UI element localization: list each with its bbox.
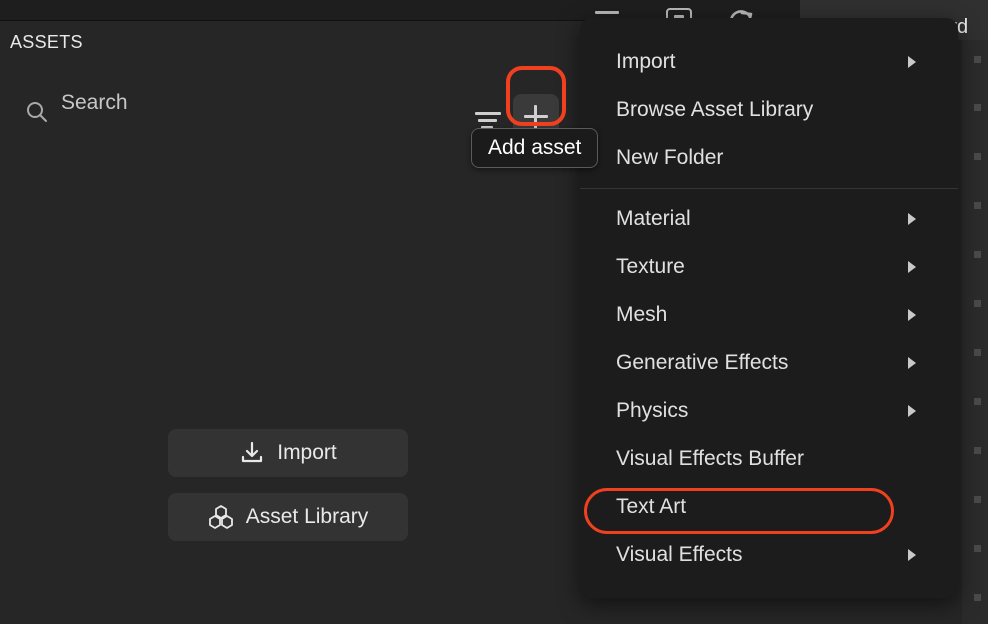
- menu-item-label: Text Art: [616, 495, 687, 518]
- menu-item-mesh[interactable]: Mesh: [580, 291, 958, 339]
- import-button[interactable]: Import: [168, 429, 408, 477]
- panel-tick: [974, 398, 981, 405]
- panel-tick: [974, 349, 981, 356]
- tooltip-label: Add asset: [488, 136, 582, 159]
- panel-tick: [974, 56, 981, 63]
- menu-divider: [580, 188, 958, 189]
- add-asset-tooltip: Add asset: [471, 128, 599, 168]
- app-window: Reset on Record ASSETS: [0, 0, 988, 624]
- chevron-right-icon: [908, 309, 916, 321]
- menu-item-browse-asset-library[interactable]: Browse Asset Library: [580, 86, 958, 134]
- menu-item-label: Physics: [616, 399, 689, 422]
- menu-item-texture[interactable]: Texture: [580, 243, 958, 291]
- menu-item-label: Visual Effects: [616, 543, 743, 566]
- chevron-right-icon: [908, 213, 916, 225]
- import-button-label: Import: [277, 441, 337, 464]
- menu-item-label: Material: [616, 207, 691, 230]
- search-icon: [25, 100, 49, 129]
- panel-tick: [974, 594, 981, 601]
- menu-item-import[interactable]: Import: [580, 38, 958, 86]
- panel-tick: [974, 447, 981, 454]
- download-icon: [239, 440, 265, 466]
- menu-item-label: Generative Effects: [616, 351, 789, 374]
- menu-item-visual-effects-buffer[interactable]: Visual Effects Buffer: [580, 435, 958, 483]
- empty-state-actions: Import Asset Library: [168, 429, 408, 541]
- menu-item-new-folder[interactable]: New Folder: [580, 134, 958, 182]
- menu-item-label: Texture: [616, 255, 685, 278]
- panel-tick: [974, 202, 981, 209]
- chevron-right-icon: [908, 549, 916, 561]
- menu-item-label: Visual Effects Buffer: [616, 447, 804, 470]
- add-asset-context-menu: Import Browse Asset Library New Folder M…: [580, 18, 958, 598]
- menu-item-label: Import: [616, 50, 676, 73]
- panel-tick: [974, 153, 981, 160]
- plus-icon: [534, 105, 537, 129]
- asset-library-button-label: Asset Library: [245, 505, 369, 528]
- panel-tick: [974, 545, 981, 552]
- menu-item-material[interactable]: Material: [580, 195, 958, 243]
- menu-item-physics[interactable]: Physics: [580, 387, 958, 435]
- menu-item-label: New Folder: [616, 146, 724, 169]
- chevron-right-icon: [908, 261, 916, 273]
- menu-item-label: Mesh: [616, 303, 668, 326]
- search-input[interactable]: [61, 91, 421, 115]
- chevron-right-icon: [908, 56, 916, 68]
- chevron-right-icon: [908, 357, 916, 369]
- menu-item-generative-effects[interactable]: Generative Effects: [580, 339, 958, 387]
- filter-line: [478, 119, 497, 122]
- page-title: ASSETS: [10, 32, 83, 52]
- menu-item-label: Browse Asset Library: [616, 98, 814, 121]
- menu-item-visual-effects[interactable]: Visual Effects: [580, 531, 958, 579]
- minimize-icon[interactable]: [595, 11, 619, 14]
- menu-top-padding: [580, 18, 958, 38]
- assets-panel: ASSETS Search Import Asset Library: [0, 21, 578, 624]
- hexagons-icon: [208, 504, 234, 530]
- background-right-panel: [962, 22, 988, 624]
- panel-tick: [974, 251, 981, 258]
- panel-tick: [974, 496, 981, 503]
- chevron-right-icon: [908, 405, 916, 417]
- menu-item-text-art[interactable]: Text Art: [580, 483, 958, 531]
- filter-line: [475, 112, 501, 115]
- panel-tick: [974, 104, 981, 111]
- asset-library-button[interactable]: Asset Library: [168, 493, 408, 541]
- panel-tick: [974, 300, 981, 307]
